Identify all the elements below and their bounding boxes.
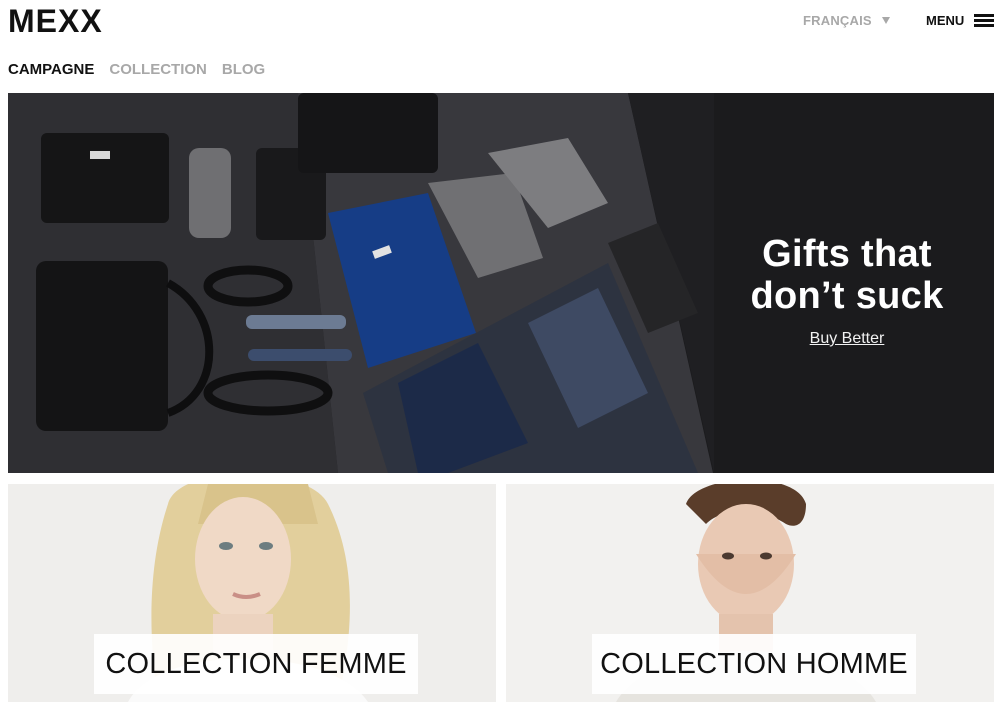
nav-item-campagne[interactable]: CAMPAGNE — [8, 61, 94, 78]
language-label: FRANÇAIS — [803, 13, 872, 28]
nav-item-blog[interactable]: BLOG — [222, 61, 265, 78]
caret-down-icon — [881, 17, 890, 24]
nav-item-collection[interactable]: COLLECTION — [109, 61, 207, 78]
buy-better-link[interactable]: Buy Better — [810, 330, 885, 348]
collection-homme-tile[interactable]: COLLECTION HOMME — [506, 484, 994, 702]
hero-copy: Gifts that don’t suck Buy Better — [723, 233, 971, 348]
hero-title: Gifts that don’t suck — [723, 233, 971, 317]
primary-nav: CAMPAGNE COLLECTION BLOG — [8, 61, 265, 78]
language-selector[interactable]: FRANÇAIS — [803, 13, 890, 28]
collection-homme-label[interactable]: COLLECTION HOMME — [592, 634, 916, 694]
collection-femme-label[interactable]: COLLECTION FEMME — [94, 634, 418, 694]
collection-femme-tile[interactable]: COLLECTION FEMME — [8, 484, 496, 702]
mexx-logo[interactable]: MEXX — [8, 5, 103, 37]
hero-banner[interactable]: Gifts that don’t suck Buy Better — [8, 93, 994, 473]
hero-title-line-1: Gifts that — [762, 233, 932, 275]
hero-title-line-2: don’t suck — [750, 275, 944, 317]
hamburger-icon — [974, 14, 995, 27]
menu-button[interactable]: MENU — [926, 13, 995, 28]
menu-label: MENU — [926, 13, 965, 28]
